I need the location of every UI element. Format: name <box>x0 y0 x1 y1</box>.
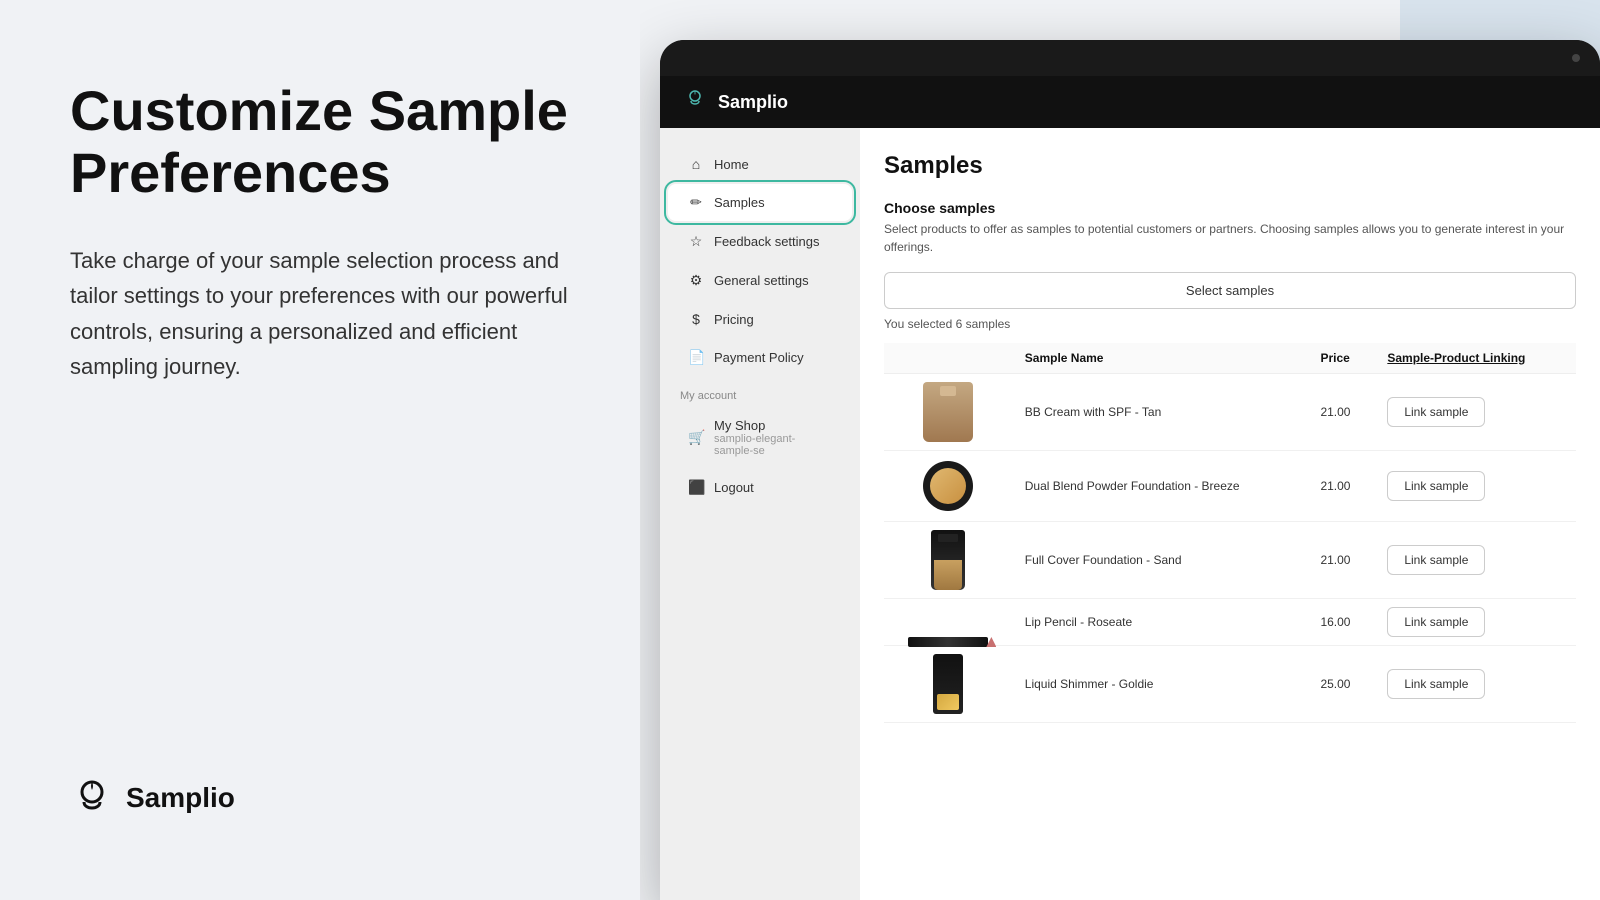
table-row: Dual Blend Powder Foundation - Breeze 21… <box>884 451 1576 522</box>
sidebar-item-general-label: General settings <box>714 273 809 288</box>
product-name: Dual Blend Powder Foundation - Breeze <box>1013 451 1309 522</box>
sidebar-item-feedback-label: Feedback settings <box>714 234 820 249</box>
link-sample-button[interactable]: Link sample <box>1387 607 1485 637</box>
tablet-mockup: Samplio ⌂ Home ✏ Samples ☆ Feedback sett… <box>660 40 1600 900</box>
app-body: ⌂ Home ✏ Samples ☆ Feedback settings ⚙ G… <box>660 128 1600 900</box>
my-account-section: My account <box>660 378 860 406</box>
link-sample-cell: Link sample <box>1375 646 1576 723</box>
product-price: 21.00 <box>1308 451 1375 522</box>
sidebar-item-home-label: Home <box>714 157 749 172</box>
link-sample-cell: Link sample <box>1375 451 1576 522</box>
table-row: Full Cover Foundation - Sand 21.00 Link … <box>884 522 1576 599</box>
tablet-topbar <box>660 40 1600 76</box>
main-content: Samples Choose samples Select products t… <box>860 128 1600 900</box>
product-name: Liquid Shimmer - Goldie <box>1013 646 1309 723</box>
product-name: Lip Pencil - Roseate <box>1013 599 1309 646</box>
sidebar-item-samples-label: Samples <box>714 195 765 210</box>
table-row: Liquid Shimmer - Goldie 25.00 Link sampl… <box>884 646 1576 723</box>
choose-samples-desc: Select products to offer as samples to p… <box>884 220 1576 256</box>
app-navbar: Samplio <box>660 76 1600 128</box>
selected-count: You selected 6 samples <box>884 317 1576 331</box>
product-price: 25.00 <box>1308 646 1375 723</box>
product-price: 16.00 <box>1308 599 1375 646</box>
table-row: BB Cream with SPF - Tan 21.00 Link sampl… <box>884 374 1576 451</box>
sidebar-item-samples[interactable]: ✏ Samples <box>668 184 852 221</box>
app-logo-icon <box>684 88 706 116</box>
sidebar-item-payment-label: Payment Policy <box>714 350 804 365</box>
product-price: 21.00 <box>1308 522 1375 599</box>
document-icon: 📄 <box>688 349 704 366</box>
left-content: Customize Sample Preferences Take charge… <box>70 80 570 384</box>
tablet-camera <box>1572 54 1580 62</box>
sidebar-item-logout[interactable]: ⬛ Logout <box>668 469 852 506</box>
logo-area: Samplio <box>70 776 570 820</box>
sidebar-item-logout-label: Logout <box>714 480 754 495</box>
link-sample-button[interactable]: Link sample <box>1387 545 1485 575</box>
select-samples-button[interactable]: Select samples <box>884 272 1576 309</box>
product-price: 21.00 <box>1308 374 1375 451</box>
product-thumbnail <box>884 599 1013 646</box>
logout-icon: ⬛ <box>688 479 704 496</box>
link-sample-cell: Link sample <box>1375 374 1576 451</box>
right-panel: Samplio ⌂ Home ✏ Samples ☆ Feedback sett… <box>640 0 1600 900</box>
product-thumbnail <box>884 451 1013 522</box>
product-name: BB Cream with SPF - Tan <box>1013 374 1309 451</box>
sidebar-item-pricing-label: Pricing <box>714 312 754 327</box>
home-icon: ⌂ <box>688 156 704 172</box>
hero-title: Customize Sample Preferences <box>70 80 570 203</box>
col-linking: Sample-Product Linking <box>1375 343 1576 374</box>
app-brand-name: Samplio <box>718 92 788 113</box>
choose-samples-title: Choose samples <box>884 200 1576 216</box>
product-thumbnail <box>884 374 1013 451</box>
col-thumbnail <box>884 343 1013 374</box>
star-icon: ☆ <box>688 233 704 250</box>
left-panel: Customize Sample Preferences Take charge… <box>0 0 640 900</box>
product-thumbnail <box>884 646 1013 723</box>
link-sample-button[interactable]: Link sample <box>1387 669 1485 699</box>
sidebar-item-myshop[interactable]: 🛒 My Shop samplio-elegant-sample-se <box>668 408 852 467</box>
pencil-icon: ✏ <box>688 194 704 211</box>
samples-table: Sample Name Price Sample-Product Linking… <box>884 343 1576 723</box>
link-sample-button[interactable]: Link sample <box>1387 471 1485 501</box>
sidebar-item-general[interactable]: ⚙ General settings <box>668 262 852 299</box>
sidebar-item-pricing[interactable]: $ Pricing <box>668 301 852 337</box>
link-sample-button[interactable]: Link sample <box>1387 397 1485 427</box>
sidebar-item-myshop-sub: samplio-elegant-sample-se <box>714 433 832 457</box>
col-price: Price <box>1308 343 1375 374</box>
sidebar-item-feedback[interactable]: ☆ Feedback settings <box>668 223 852 260</box>
product-name: Full Cover Foundation - Sand <box>1013 522 1309 599</box>
gear-icon: ⚙ <box>688 272 704 289</box>
table-row: Lip Pencil - Roseate 16.00 Link sample <box>884 599 1576 646</box>
sidebar-item-payment[interactable]: 📄 Payment Policy <box>668 339 852 376</box>
link-sample-cell: Link sample <box>1375 522 1576 599</box>
logo-text: Samplio <box>126 782 235 814</box>
product-thumbnail <box>884 522 1013 599</box>
col-sample-name: Sample Name <box>1013 343 1309 374</box>
shop-icon: 🛒 <box>688 429 704 446</box>
link-sample-cell: Link sample <box>1375 599 1576 646</box>
sidebar-item-myshop-label: My Shop <box>714 418 765 433</box>
hero-description: Take charge of your sample selection pro… <box>70 243 570 384</box>
page-title: Samples <box>884 152 1576 180</box>
sidebar: ⌂ Home ✏ Samples ☆ Feedback settings ⚙ G… <box>660 128 860 900</box>
samplio-logo-icon <box>70 776 114 820</box>
dollar-icon: $ <box>688 311 704 327</box>
sidebar-item-home[interactable]: ⌂ Home <box>668 146 852 182</box>
